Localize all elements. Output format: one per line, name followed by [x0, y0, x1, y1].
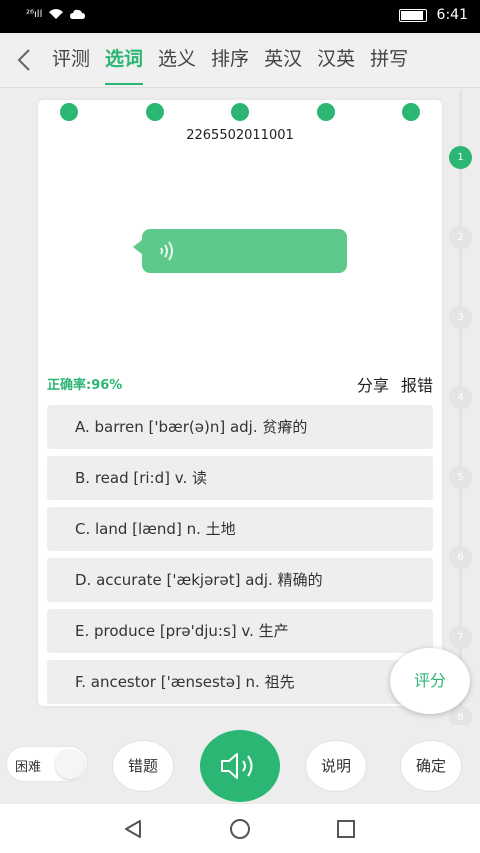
nav-recent-icon[interactable] [336, 818, 356, 840]
status-dot [60, 103, 78, 121]
confirm-button[interactable]: 确定 [400, 740, 462, 792]
option-b[interactable]: B. read [ri:d] v. 读 [47, 456, 433, 500]
wifi-icon [49, 9, 64, 19]
tab-en-cn[interactable]: 英汉 [264, 47, 302, 75]
explain-button[interactable]: 说明 [305, 740, 367, 792]
difficulty-toggle[interactable]: 困难 [6, 746, 88, 782]
bottom-toolbar: 困难 错题 说明 确定 [0, 725, 480, 804]
status-dot [231, 103, 249, 121]
option-c[interactable]: C. land [lænd] n. 土地 [47, 507, 433, 551]
play-audio-button[interactable] [200, 730, 280, 802]
tab-evaluate[interactable]: 评测 [52, 47, 90, 75]
wrong-questions-button[interactable]: 错题 [112, 740, 174, 792]
progress-node[interactable]: 4 [449, 386, 472, 409]
accuracy-text: 正确率:96% [47, 378, 123, 393]
tab-bar: 评测 选词 选义 排序 英汉 汉英 拼写 [52, 47, 408, 85]
signal-text: ²⁶ıll [26, 8, 43, 20]
cloud-icon [70, 9, 86, 19]
top-nav: 评测 选词 选义 排序 英汉 汉英 拼写 [0, 33, 480, 88]
chevron-left-icon [17, 49, 30, 71]
status-dot [316, 103, 335, 121]
options-list: A. barren ['bær(ə)n] adj. 贫瘠的 B. read [r… [47, 405, 433, 711]
tab-cn-en[interactable]: 汉英 [317, 47, 355, 75]
question-progress: 1 2 3 4 5 6 7 8 [446, 90, 476, 729]
speaker-icon [221, 753, 253, 779]
question-code: 2265502011001 [186, 128, 294, 143]
status-bar: ²⁶ıll 6:41 [0, 0, 480, 33]
audio-bubble[interactable] [133, 229, 347, 273]
status-dot [402, 103, 420, 121]
card-actions: 分享 报错 [357, 372, 433, 396]
progress-node[interactable]: 5 [449, 466, 472, 489]
tab-select-meaning[interactable]: 选义 [158, 47, 196, 75]
report-error-button[interactable]: 报错 [401, 372, 433, 396]
nav-back-icon[interactable] [122, 818, 144, 840]
option-f[interactable]: F. ancestor ['ænsestə] n. 祖先 [47, 660, 433, 704]
top-dots [60, 103, 420, 121]
status-dot [145, 103, 164, 121]
clock: 6:41 [436, 7, 468, 23]
progress-node[interactable]: 3 [449, 306, 472, 329]
tab-sort[interactable]: 排序 [211, 47, 249, 75]
option-a[interactable]: A. barren ['bær(ə)n] adj. 贫瘠的 [47, 405, 433, 449]
tab-select-word[interactable]: 选词 [105, 47, 144, 85]
progress-node[interactable]: 1 [449, 146, 472, 169]
system-nav-bar [0, 804, 480, 853]
progress-node[interactable]: 7 [449, 626, 472, 649]
question-card: 2265502011001 正确率:96% 分享 报错 A. barren ['… [38, 100, 442, 706]
tab-spelling[interactable]: 拼写 [370, 47, 408, 75]
option-d[interactable]: D. accurate ['ækjərət] adj. 精确的 [47, 558, 433, 602]
back-button[interactable] [10, 45, 38, 75]
difficulty-label: 困难 [15, 760, 42, 775]
toggle-knob [55, 749, 85, 779]
battery-icon [398, 8, 427, 22]
share-button[interactable]: 分享 [357, 372, 389, 396]
progress-node[interactable]: 2 [449, 226, 472, 249]
option-e[interactable]: E. produce [prə'dju:s] v. 生产 [47, 609, 433, 653]
sound-wave-icon [160, 241, 173, 261]
score-button[interactable]: 评分 [390, 648, 470, 714]
progress-node[interactable]: 6 [449, 546, 472, 569]
nav-home-icon[interactable] [228, 818, 252, 840]
